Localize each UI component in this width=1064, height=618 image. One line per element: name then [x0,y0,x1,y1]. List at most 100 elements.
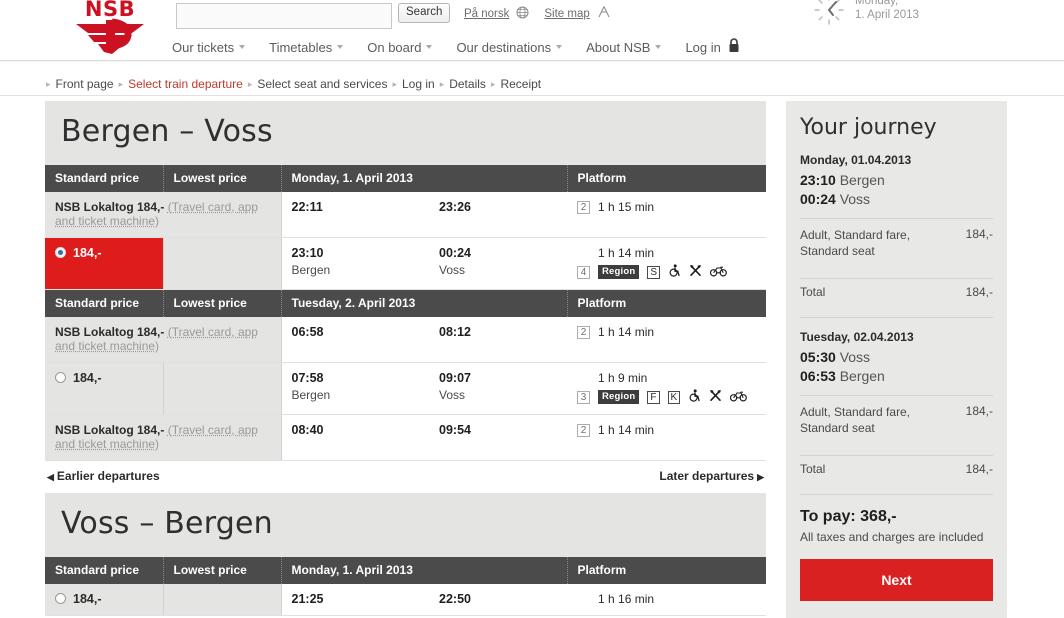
col-date-tuesday: Tuesday, 2. April 2013 [281,290,567,318]
total-amount: 184,- [966,462,993,476]
panel-title: Bergen – Voss [45,101,766,165]
utility-nav: På norsk Site map [464,5,611,22]
arrival-cell: 08:12 [429,317,567,363]
site-map-link[interactable]: Site map [544,8,589,20]
breadcrumb: ▸ Front page ▸ Select train departure ▸ … [45,77,545,91]
duration: 1 h 14 min [598,246,654,260]
your-journey-sidebar: Your journey Monday, 01.04.2013 23:10 Be… [786,101,1007,618]
nav-item-log-in[interactable]: Log in [685,36,751,58]
table-header-row: Standard price Lowest price Monday, 1. A… [45,557,766,584]
nav-label: Log in [685,40,720,55]
badge-region: Region [598,265,639,279]
breadcrumb-item-select-seat-and-services[interactable]: Select seat and services [253,77,391,91]
price: 184,- [73,371,102,385]
arrival-time: 09:07 [439,371,557,385]
sidebar-bottom-spacer [786,601,1007,618]
price: 184,- [73,592,102,606]
col-date-monday: Monday, 1. April 2013 [281,557,567,584]
search-area: Search [176,3,450,29]
divider [800,317,993,318]
price-select-cell[interactable]: 184,- [45,363,163,415]
breadcrumb-item-receipt[interactable]: Receipt [496,77,545,91]
badge-region: Region [598,390,639,404]
nav-item-about-nsb[interactable]: About NSB [586,38,673,57]
arrival-time: 23:26 [439,200,557,214]
fare-cell[interactable]: NSB Lokaltog 184,- (Travel card, app and… [45,192,281,238]
chevron-left-icon: ◀ [47,472,54,482]
breadcrumb-item-log-in[interactable]: Log in [398,77,439,91]
leg-arrival: 06:53 Bergen [800,368,993,384]
departure-cell: 07:58 Bergen [281,363,429,415]
badge-service-s: S [647,266,660,279]
earlier-departures-link[interactable]: ◀Earlier departures [47,469,160,483]
radio-button-icon[interactable] [55,593,66,604]
nav-label: On board [367,40,421,55]
departure-cell: 23:10 Bergen [281,238,429,290]
duration: 1 h 9 min [598,371,647,385]
leg-arrival-time: 06:53 [800,368,836,384]
header-divider-light [0,61,1064,62]
arrival-time: 00:24 [439,246,557,260]
breadcrumb-item-front-page[interactable]: Front page [52,77,118,91]
panel-title: Voss – Bergen [45,493,766,557]
breadcrumb-item-select-train-departure[interactable]: Select train departure [124,77,247,91]
earlier-departures-label: Earlier departures [57,469,160,483]
nav-item-our-destinations[interactable]: Our destinations [456,38,574,57]
col-date-monday: Monday, 1. April 2013 [281,165,567,192]
leg-total-row: Total 184,- [800,279,993,306]
globe-icon [516,6,529,22]
col-lowest-price: Lowest price [163,165,281,192]
total-label: Total [800,285,825,299]
departure-time: 23:10 [292,246,420,260]
nav-label: About NSB [586,40,650,55]
panel-bergen-voss: Bergen – Voss Standard price Lowest pric… [45,101,766,493]
cutlery-icon [689,264,702,280]
departure-cell: 08:40 [281,415,429,461]
lang-link-norwegian[interactable]: På norsk [464,8,509,20]
platform-number: 2 [577,326,590,339]
col-lowest-price: Lowest price [163,290,281,318]
nsb-logo[interactable]: NSB [68,0,152,56]
badge-service-f: F [647,391,659,404]
table-row[interactable]: NSB Lokaltog 184,- (Travel card, app and… [45,192,766,238]
breadcrumb-item-details[interactable]: Details [445,77,490,91]
to-pay-amount: To pay: 368,- [800,508,993,526]
nav-item-on-board[interactable]: On board [367,38,444,57]
chevron-down-icon [239,45,245,49]
panel-voss-bergen: Voss – Bergen Standard price Lowest pric… [45,493,766,616]
arrival-station: Voss [439,263,557,277]
table-row-selected[interactable]: 184,- 23:10 Bergen 00:24 Voss 1 h 14 min [45,238,766,290]
leg-departure: 23:10 Bergen [800,172,993,188]
badge-service-k: K [668,391,681,404]
leg-arrival: 00:24 Voss [800,191,993,207]
wheelchair-icon [688,389,701,405]
table-header-row: Standard price Lowest price Monday, 1. A… [45,165,766,192]
table-row[interactable]: 184,- 07:58 Bergen 09:07 Voss 1 h 9 min [45,363,766,415]
table-row[interactable]: NSB Lokaltog 184,- (Travel card, app and… [45,317,766,363]
leg-arrival-station: Voss [840,191,870,207]
radio-button-icon[interactable] [55,247,66,258]
table-row[interactable]: NSB Lokaltog 184,- (Travel card, app and… [45,415,766,461]
breadcrumb-divider [0,95,1064,96]
radio-button-icon[interactable] [55,372,66,383]
col-standard-price: Standard price [45,290,163,318]
leg-arrival-station: Bergen [840,368,885,384]
price-select-cell[interactable]: 184,- [45,238,163,290]
sidebar-title: Your journey [800,115,993,140]
nav-item-our-tickets[interactable]: Our tickets [172,38,257,57]
lowest-price-cell [163,363,281,415]
table-header-row: Standard price Lowest price Tuesday, 2. … [45,290,766,318]
leg-fare-row: Adult, Standard fare, Standard seat 184,… [800,396,993,444]
total-label: Total [800,462,825,476]
search-button[interactable]: Search [398,3,450,23]
later-departures-link[interactable]: Later departures▶ [659,469,764,483]
platform-number: 2 [577,424,590,437]
search-input[interactable] [176,3,392,29]
fare-cell[interactable]: NSB Lokaltog 184,- (Travel card, app and… [45,317,281,363]
next-button[interactable]: Next [800,559,993,601]
fare-cell[interactable]: NSB Lokaltog 184,- (Travel card, app and… [45,415,281,461]
col-platform: Platform [567,557,766,584]
nav-item-timetables[interactable]: Timetables [269,38,355,57]
bicycle-icon [710,264,727,280]
chevron-right-icon: ▶ [757,472,764,482]
